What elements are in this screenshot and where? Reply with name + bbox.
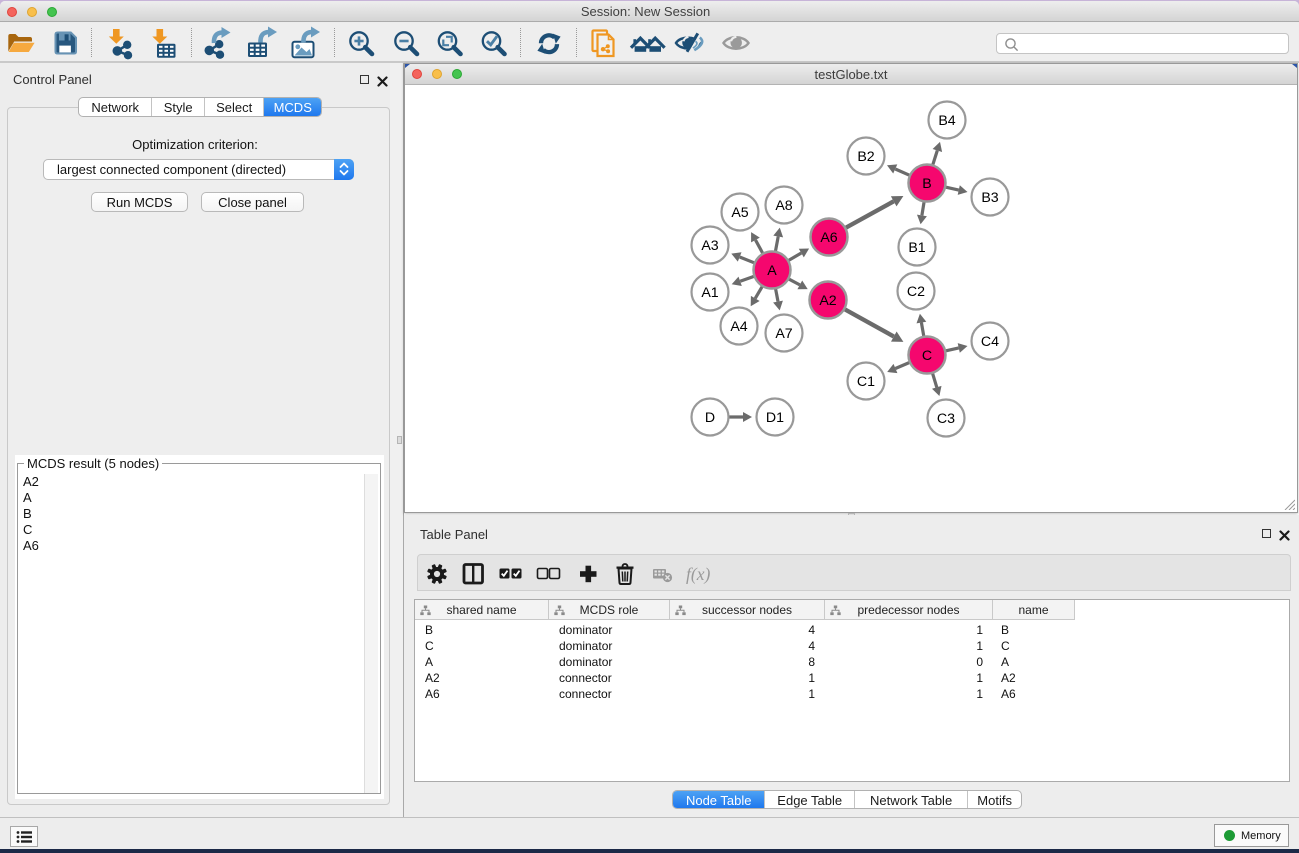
svg-text:A5: A5: [731, 205, 748, 221]
svg-text:C2: C2: [907, 284, 925, 300]
svg-text:C: C: [922, 348, 932, 364]
svg-text:D: D: [705, 410, 715, 426]
svg-text:B4: B4: [938, 113, 955, 129]
svg-text:A1: A1: [701, 285, 718, 301]
svg-text:A7: A7: [775, 326, 792, 342]
svg-text:f(x): f(x): [686, 564, 710, 584]
svg-text:A8: A8: [775, 198, 792, 214]
svg-text:B1: B1: [908, 240, 925, 256]
svg-text:A6: A6: [820, 230, 837, 246]
svg-text:A3: A3: [701, 238, 718, 254]
svg-text:B: B: [922, 176, 931, 192]
svg-text:C3: C3: [937, 411, 955, 427]
svg-text:A2: A2: [819, 293, 836, 309]
svg-text:C4: C4: [981, 334, 999, 350]
svg-text:A: A: [767, 263, 777, 279]
svg-text:C1: C1: [857, 374, 875, 390]
svg-text:D1: D1: [766, 410, 784, 426]
svg-text:B3: B3: [981, 190, 998, 206]
svg-text:A4: A4: [730, 319, 747, 335]
svg-text:B2: B2: [857, 149, 874, 165]
